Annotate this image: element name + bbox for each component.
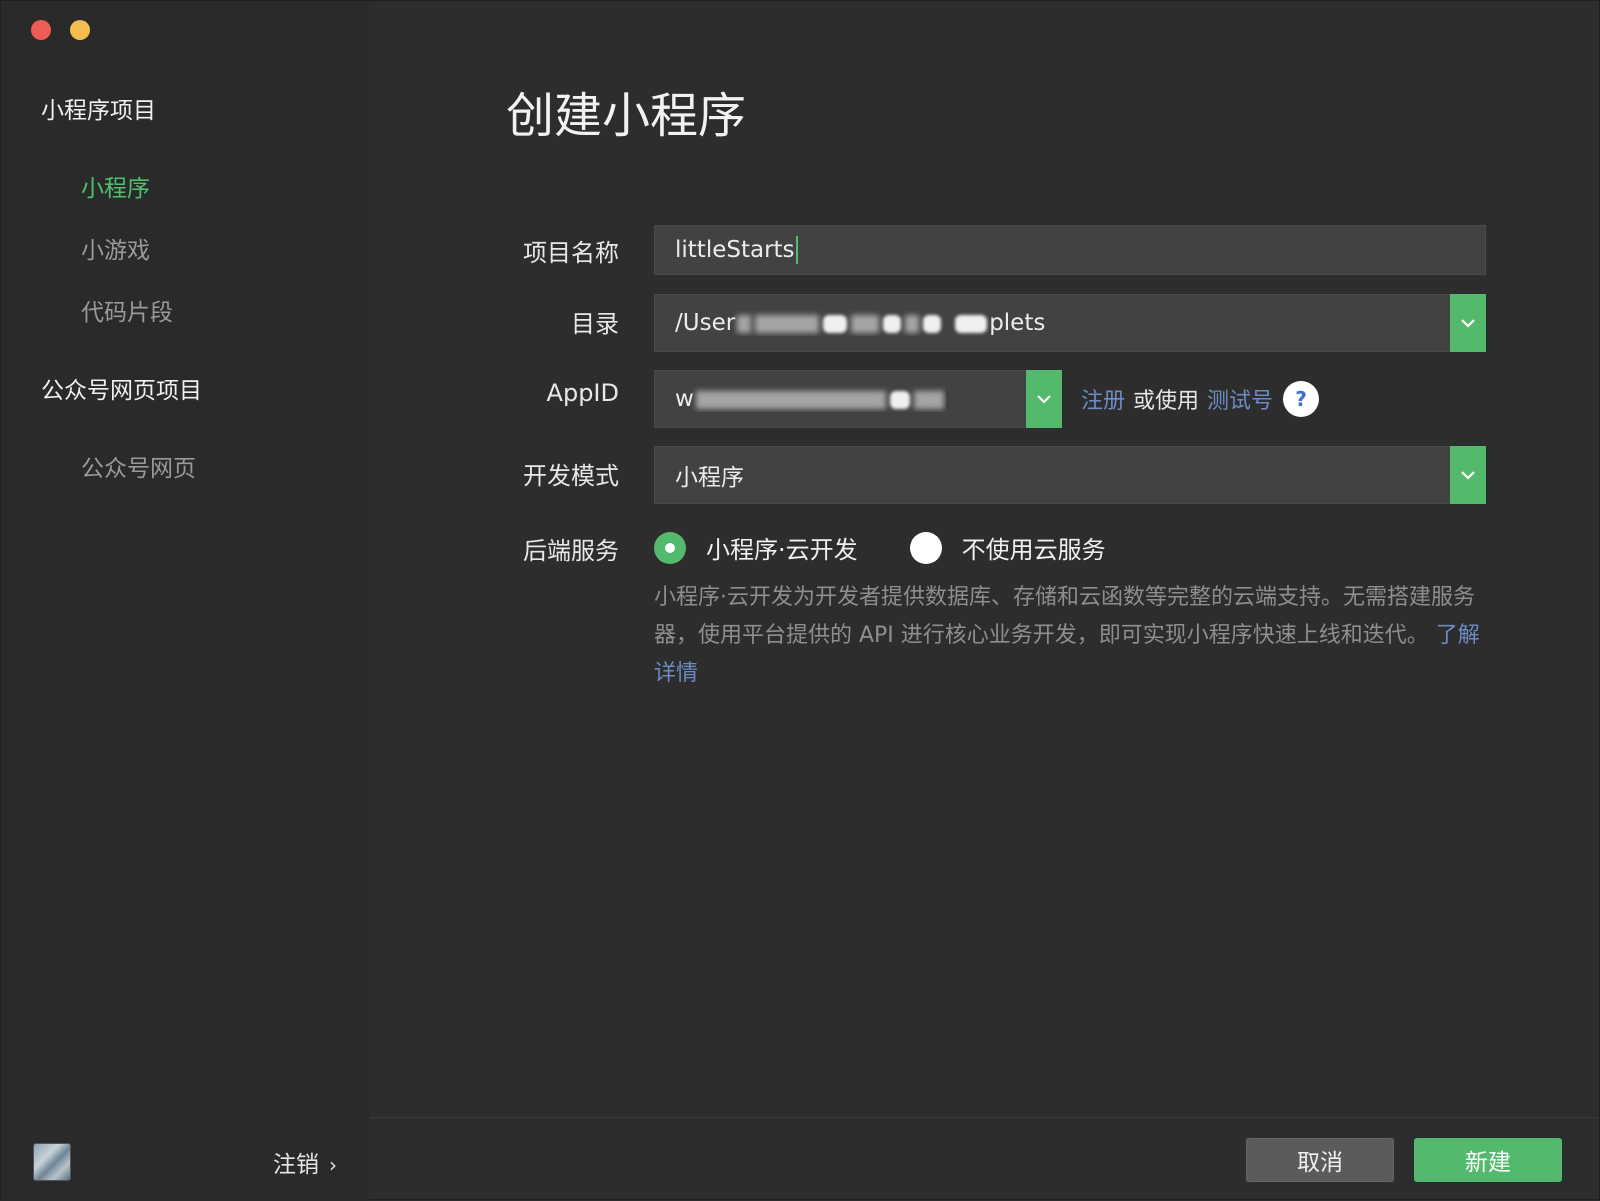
or-use-text: 或使用 <box>1133 389 1200 414</box>
close-window-button[interactable] <box>31 20 51 40</box>
redacted-text <box>905 314 920 333</box>
redacted-text <box>913 390 944 409</box>
register-link[interactable]: 注册 <box>1081 383 1125 415</box>
sidebar: 小程序项目 小程序 小游戏 代码片段 公众号网页项目 公众号网页 注销 › <box>1 1 369 1201</box>
appid-dropdown-button[interactable] <box>1026 370 1062 428</box>
sidebar-item-minigame[interactable]: 小游戏 <box>81 231 150 265</box>
dev-mode-label: 开发模式 <box>523 462 619 490</box>
redacted-text <box>883 314 902 333</box>
backend-cloud-radio[interactable] <box>654 531 686 564</box>
backend-description-text: 小程序·云开发为开发者提供数据库、存储和云函数等完整的云端支持。无需搭建服务器，… <box>654 585 1475 648</box>
main-panel: 创建小程序 项目名称 littleStarts 目录 /User plets Ap… <box>369 1 1599 1201</box>
avatar[interactable] <box>33 1143 71 1181</box>
appid-value: w <box>675 386 946 412</box>
cancel-button[interactable]: 取消 <box>1246 1138 1394 1182</box>
redacted-text <box>955 314 988 333</box>
create-button[interactable]: 新建 <box>1414 1138 1562 1182</box>
footer-divider <box>369 1117 1599 1118</box>
project-name-input[interactable]: littleStarts <box>654 225 1486 275</box>
logout-label: 注销 <box>273 1152 319 1178</box>
appid-value-start: w <box>675 386 694 412</box>
redacted-text <box>755 314 820 333</box>
sidebar-item-miniprogram[interactable]: 小程序 <box>81 169 150 203</box>
redacted-text <box>851 314 880 333</box>
radio-selected-dot <box>665 542 675 553</box>
dev-mode-value: 小程序 <box>675 465 744 491</box>
text-cursor <box>795 236 798 264</box>
directory-select[interactable]: /User plets <box>654 294 1486 352</box>
chevron-down-icon <box>1461 319 1475 328</box>
redacted-text <box>823 314 848 333</box>
minimize-window-button[interactable] <box>70 20 90 40</box>
redacted-text <box>737 314 752 333</box>
window-controls <box>31 20 90 40</box>
sidebar-footer: 注销 › <box>33 1143 337 1181</box>
chevron-down-icon <box>1037 395 1051 404</box>
dev-mode-select[interactable]: 小程序 <box>654 446 1486 504</box>
sidebar-section-miniprogram-title: 小程序项目 <box>41 98 156 124</box>
project-name-value: littleStarts <box>675 237 795 263</box>
redacted-text <box>923 314 942 333</box>
directory-value: /User plets <box>675 310 1045 336</box>
project-name-label: 项目名称 <box>523 239 619 267</box>
backend-cloud-label[interactable]: 小程序·云开发 <box>706 530 858 565</box>
page-title: 创建小程序 <box>506 88 747 144</box>
app-window: 小程序项目 小程序 小游戏 代码片段 公众号网页项目 公众号网页 注销 › 创建小… <box>0 0 1600 1201</box>
directory-dropdown-button[interactable] <box>1450 294 1486 352</box>
appid-select[interactable]: w <box>654 370 1062 428</box>
backend-none-radio[interactable] <box>909 531 942 564</box>
dev-mode-dropdown-button[interactable] <box>1450 446 1486 504</box>
backend-label: 后端服务 <box>523 537 619 565</box>
test-account-link[interactable]: 测试号 <box>1207 383 1273 415</box>
sidebar-item-official-account-web[interactable]: 公众号网页 <box>81 449 196 483</box>
backend-radio-group: 小程序·云开发 不使用云服务 <box>654 530 1106 565</box>
sidebar-section-official-account-title: 公众号网页项目 <box>41 378 202 404</box>
directory-value-start: /User <box>675 310 736 336</box>
directory-value-end: plets <box>989 310 1046 336</box>
backend-description: 小程序·云开发为开发者提供数据库、存储和云函数等完整的云端支持。无需搭建服务器，… <box>654 579 1484 693</box>
directory-label: 目录 <box>571 310 619 338</box>
sidebar-item-code-snippet[interactable]: 代码片段 <box>81 293 173 327</box>
appid-links: 注册 或使用 测试号 ? <box>1081 381 1320 417</box>
redacted-text <box>889 390 910 409</box>
redacted-text <box>695 390 886 409</box>
help-icon[interactable]: ? <box>1283 381 1320 417</box>
appid-label: AppID <box>546 379 619 407</box>
chevron-down-icon <box>1461 471 1475 480</box>
backend-none-label[interactable]: 不使用云服务 <box>962 530 1106 565</box>
logout-button[interactable]: 注销 › <box>273 1145 337 1179</box>
chevron-right-icon: › <box>329 1153 337 1177</box>
